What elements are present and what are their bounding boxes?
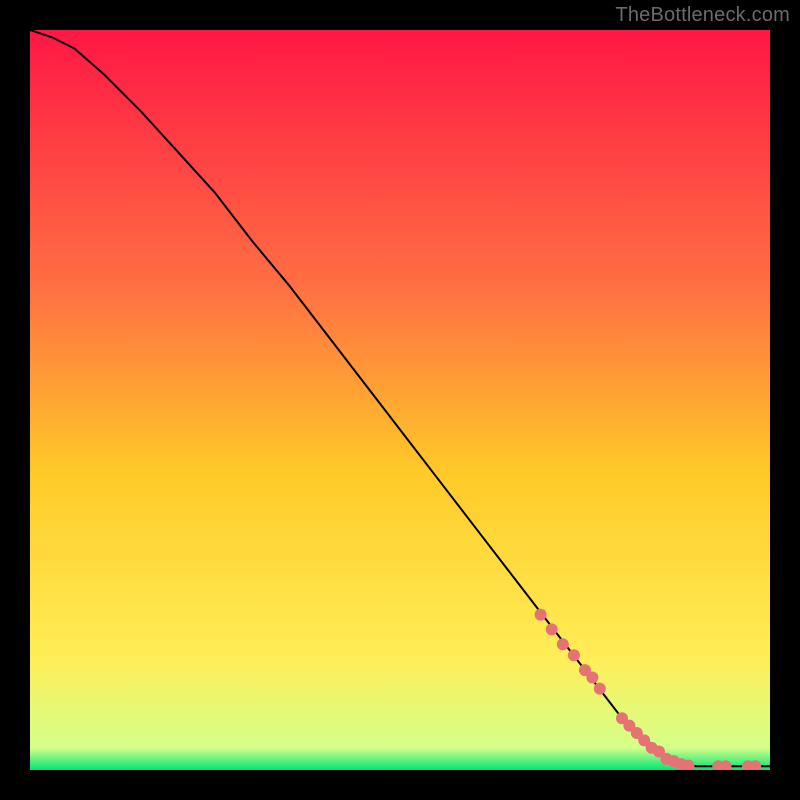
curve-marker bbox=[594, 683, 606, 695]
curve-marker bbox=[568, 649, 580, 661]
watermark-text: TheBottleneck.com bbox=[615, 4, 790, 27]
chart-svg bbox=[30, 30, 770, 770]
curve-marker bbox=[535, 609, 547, 621]
curve-marker bbox=[557, 638, 569, 650]
curve-marker bbox=[586, 672, 598, 684]
curve-marker bbox=[546, 623, 558, 635]
chart-stage: TheBottleneck.com bbox=[0, 0, 800, 800]
plot-background bbox=[30, 30, 770, 770]
